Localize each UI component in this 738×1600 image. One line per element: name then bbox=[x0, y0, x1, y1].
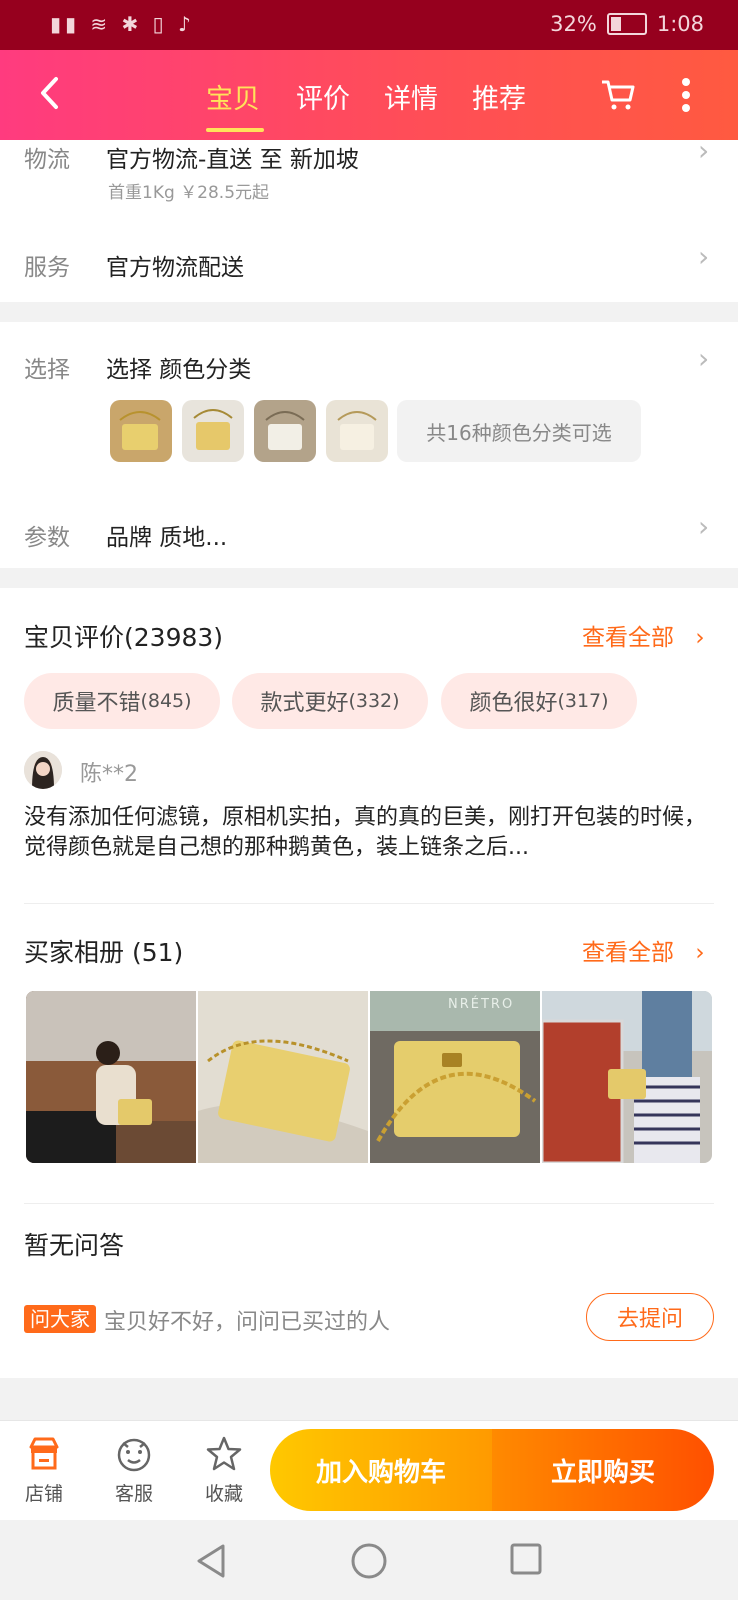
service-value[interactable]: 官方物流配送 bbox=[106, 248, 244, 282]
album-see-all[interactable]: 查看全部 › bbox=[582, 933, 705, 967]
service-label: 客服 bbox=[114, 1483, 153, 1505]
qa-title: 暂无问答 bbox=[24, 1231, 125, 1260]
shipping-card: 物流 官方物流-直送 至 新加坡 首重1Kg ￥28.5元起 › 服务 官方物流… bbox=[0, 134, 738, 302]
shipping-price: 首重1Kg ￥28.5元起 bbox=[108, 183, 270, 203]
params-value[interactable]: 品牌 质地... bbox=[106, 518, 227, 552]
clock: 1:08 bbox=[656, 12, 704, 36]
tag-count: (845) bbox=[140, 690, 192, 712]
review-tag[interactable]: 质量不错 (845) bbox=[24, 673, 220, 729]
tab-reviews[interactable]: 评价 bbox=[296, 77, 350, 116]
cart-icon[interactable] bbox=[600, 78, 636, 116]
tag-count: (332) bbox=[348, 690, 400, 712]
status-bar: ▮▮ ≋ ✱ ▯ ♪ 32% 1:08 bbox=[0, 0, 738, 50]
ask-question-button[interactable]: 去提问 bbox=[586, 1293, 714, 1341]
reviews-see-all[interactable]: 查看全部 › bbox=[582, 618, 705, 652]
review-tag[interactable]: 颜色很好 (317) bbox=[441, 673, 637, 729]
shipping-value[interactable]: 官方物流-直送 至 新加坡 bbox=[106, 140, 359, 174]
review-text[interactable]: 没有添加任何滤镜，原相机实拍，真的真的巨美，刚打开包装的时候，觉得颜色就是自己想… bbox=[24, 803, 714, 863]
shop-label: 店铺 bbox=[24, 1483, 63, 1505]
shop-button[interactable]: 店铺 bbox=[14, 1435, 74, 1506]
customer-service-button[interactable]: 客服 bbox=[104, 1435, 164, 1506]
service-label: 服务 bbox=[24, 255, 70, 281]
ask-prompt[interactable]: 宝贝好不好，问问已买过的人 bbox=[104, 1304, 390, 1336]
bottom-action-bar: 店铺 客服 收藏 加入购物车 立即购买 bbox=[0, 1420, 738, 1521]
back-nav-icon[interactable] bbox=[193, 1542, 227, 1584]
back-icon[interactable] bbox=[38, 76, 60, 119]
battery-icon bbox=[606, 13, 647, 35]
status-right: 32% 1:08 bbox=[550, 12, 704, 36]
customer-service-icon bbox=[117, 1438, 151, 1472]
select-value[interactable]: 选择 颜色分类 bbox=[106, 350, 251, 384]
tab-item[interactable]: 宝贝 bbox=[206, 77, 260, 116]
review-tag[interactable]: 款式更好 (332) bbox=[232, 673, 428, 729]
params-label: 参数 bbox=[24, 525, 70, 551]
add-to-cart-button[interactable]: 加入购物车 bbox=[270, 1429, 492, 1511]
tag-text: 款式更好 bbox=[260, 691, 349, 716]
album-title[interactable]: 买家相册 (51) bbox=[24, 933, 183, 969]
selection-card: 选择 选择 颜色分类 › 共16种颜色分类可选 参数 品牌 质地... › bbox=[0, 322, 738, 568]
more-colors-button[interactable]: 共16种颜色分类可选 bbox=[397, 400, 641, 462]
home-nav-icon[interactable] bbox=[350, 1542, 388, 1584]
see-all-label: 查看全部 bbox=[582, 625, 674, 651]
album-photo[interactable] bbox=[542, 991, 712, 1163]
chevron-right-icon[interactable]: › bbox=[698, 510, 709, 543]
color-thumb[interactable] bbox=[254, 400, 316, 462]
reviewer-avatar bbox=[24, 751, 62, 789]
buy-now-button[interactable]: 立即购买 bbox=[492, 1429, 714, 1511]
status-icons: ▮▮ ≋ ✱ ▯ ♪ bbox=[50, 12, 195, 36]
battery-percent: 32% bbox=[550, 12, 597, 36]
tag-text: 质量不错 bbox=[52, 691, 141, 716]
chevron-right-icon: › bbox=[695, 940, 705, 966]
see-all-label: 查看全部 bbox=[582, 940, 674, 966]
tag-count: (317) bbox=[557, 690, 609, 712]
reviews-title[interactable]: 宝贝评价(23983) bbox=[24, 618, 223, 654]
more-icon[interactable] bbox=[680, 76, 692, 118]
favorite-label: 收藏 bbox=[204, 1483, 243, 1505]
chevron-right-icon: › bbox=[695, 625, 705, 651]
select-label: 选择 bbox=[24, 357, 70, 383]
chevron-right-icon[interactable]: › bbox=[698, 342, 709, 375]
divider bbox=[24, 903, 714, 904]
favorite-button[interactable]: 收藏 bbox=[194, 1435, 254, 1506]
reviews-card: 宝贝评价(23983) 查看全部 › 质量不错 (845) 款式更好 (332) 颜… bbox=[0, 588, 738, 1378]
tab-details[interactable]: 详情 bbox=[384, 77, 438, 116]
reviewer-name: 陈**2 bbox=[80, 762, 138, 787]
photo-brand-text: NRÉTRO bbox=[448, 997, 515, 1012]
shop-icon bbox=[29, 1437, 59, 1470]
recents-nav-icon[interactable] bbox=[509, 1542, 543, 1580]
chevron-right-icon[interactable]: › bbox=[698, 240, 709, 273]
tag-text: 颜色很好 bbox=[469, 691, 558, 716]
ask-badge: 问大家 bbox=[24, 1305, 96, 1333]
top-nav: 宝贝 评价 详情 推荐 bbox=[0, 50, 738, 140]
system-nav-bar bbox=[0, 1520, 738, 1600]
album-photo[interactable] bbox=[198, 991, 368, 1163]
star-icon bbox=[206, 1436, 242, 1471]
color-thumb[interactable] bbox=[326, 400, 388, 462]
album-photo[interactable]: NRÉTRO bbox=[370, 991, 540, 1163]
tab-recommend[interactable]: 推荐 bbox=[472, 77, 526, 116]
color-thumb[interactable] bbox=[182, 400, 244, 462]
chevron-right-icon[interactable]: › bbox=[698, 134, 709, 167]
color-thumb[interactable] bbox=[110, 400, 172, 462]
album-photo[interactable] bbox=[26, 991, 196, 1163]
active-tab-indicator bbox=[206, 128, 264, 132]
shipping-label: 物流 bbox=[24, 147, 70, 173]
divider bbox=[24, 1203, 714, 1204]
